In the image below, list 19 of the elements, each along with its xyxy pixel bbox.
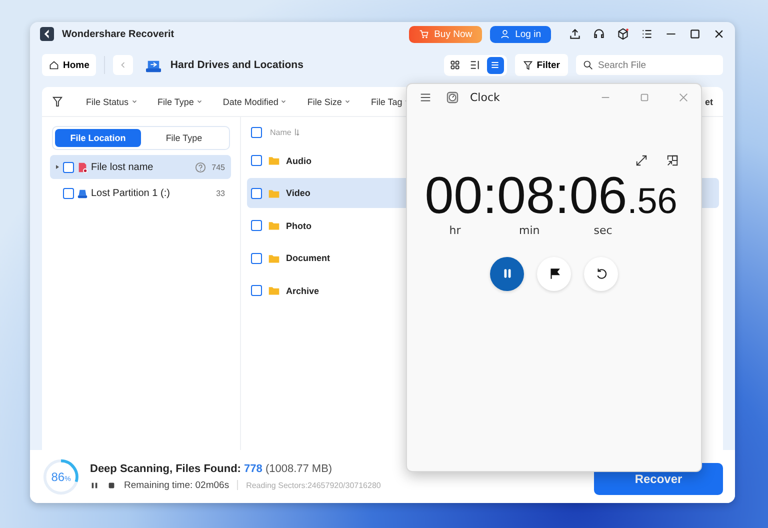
time-unit-label: sec [593,224,613,237]
remaining-time: Remaining time: 02m06s [124,480,230,490]
reading-sectors: Reading Sectors:24657920/30716280 [246,480,381,490]
window-title: Clock [470,90,500,104]
location-title: Hard Drives and Locations [170,59,304,71]
stopwatch-time: 00:08:06.56 [424,169,678,224]
folder-name: Video [286,188,310,198]
folder-name: Document [286,253,330,263]
tree-item-label: Lost Partition 1 (:) [91,188,170,198]
folder-name: Archive [286,286,320,296]
time-unit-label: hr [448,224,462,237]
tree-item-label: File lost name [91,162,154,172]
scan-status-text: Deep Scanning, Files Found: 778 (1008.77 MB) [90,462,334,474]
window-title: Wondershare Recoverit [62,28,174,40]
item-count: 745 [212,162,225,172]
folder-name: Photo [286,220,312,230]
item-count: 33 [216,188,225,198]
folder-name: Audio [286,156,312,166]
time-unit-label: min [519,224,539,237]
